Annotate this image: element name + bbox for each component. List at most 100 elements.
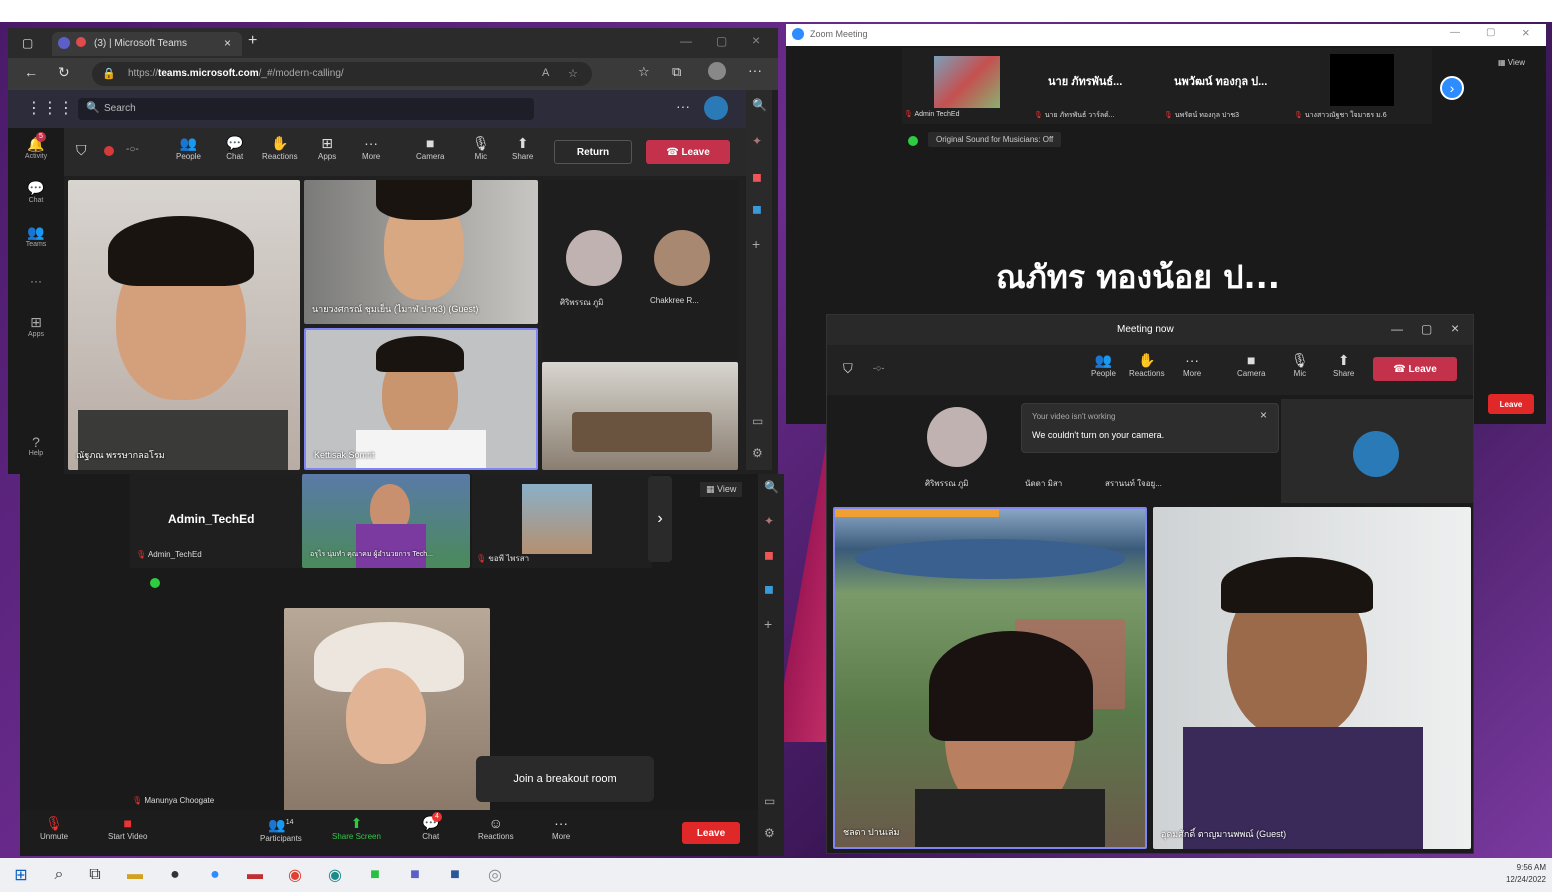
apps-button[interactable]: ⊞ Apps [318, 136, 336, 161]
reactions-button[interactable]: ☺ Reactions [478, 816, 514, 841]
refresh-icon[interactable]: ↻ [58, 64, 70, 81]
browser-tab[interactable]: (3) | Microsoft Teams × [52, 32, 242, 56]
read-aloud-icon[interactable]: A [542, 67, 549, 79]
search-icon[interactable]: ⌕ [48, 864, 70, 886]
search-icon[interactable]: 🔍 [752, 98, 767, 112]
next-page-icon[interactable]: › [648, 476, 672, 562]
leave-button[interactable]: ☎ Leave [1373, 357, 1457, 381]
tile-woman[interactable]: อรุไร นุ่มทำ คุณาคม ผู้อำนวยการ Tech... [302, 474, 470, 568]
tile-room[interactable]: 🎙 ขอพี ไพรสา [472, 474, 652, 568]
office-icon[interactable]: ◼ [764, 548, 774, 562]
tile-main-speaker[interactable] [284, 608, 490, 812]
reactions-button[interactable]: ✋ Reactions [1129, 353, 1165, 378]
leave-button[interactable]: ☎ Leave [646, 140, 730, 164]
rail-item-help[interactable]: ? Help [16, 434, 56, 457]
people-button[interactable]: 👥 People [1091, 353, 1116, 378]
more-button[interactable]: ··· More [552, 816, 570, 841]
reactions-button[interactable]: ✋ Reactions [262, 136, 298, 161]
add-icon[interactable]: + [752, 236, 760, 252]
collections-icon[interactable]: ⧉ [672, 64, 681, 80]
app-icon-3[interactable]: ◎ [484, 864, 506, 886]
chrome-icon[interactable]: ◉ [284, 864, 306, 886]
new-tab-icon[interactable]: + [248, 32, 257, 50]
close-icon[interactable]: × [1522, 25, 1530, 40]
maximize-icon[interactable]: ▢ [1421, 322, 1432, 336]
close-tab-icon[interactable]: × [224, 36, 231, 50]
camera-button[interactable]: ■ Camera [1237, 353, 1265, 378]
rail-item-apps[interactable]: ⊞ Apps [16, 314, 56, 338]
file-explorer-icon[interactable]: ▬ [124, 864, 146, 886]
minimize-icon[interactable]: — [1391, 322, 1403, 336]
chat-button[interactable]: 💬 Chat [226, 136, 243, 161]
sparkle-icon[interactable]: ✦ [764, 514, 774, 528]
app-icon-1[interactable]: ● [164, 864, 186, 886]
tab-actions-icon[interactable]: ▢ [22, 36, 33, 50]
minimize-icon[interactable]: — [680, 34, 692, 48]
zoom-right-leave-button[interactable]: Leave [1488, 394, 1534, 414]
video-tile-p1[interactable]: ณัฐภณ พรรษากลอโรม [68, 180, 300, 470]
video-tile-p3[interactable]: Kettisak Somrit [304, 328, 538, 470]
strip-tile-0[interactable]: 🎙 Admin TechEd [904, 52, 1030, 122]
start-icon[interactable]: ⊞ [10, 864, 32, 886]
camera-button[interactable]: ■ Camera [416, 136, 444, 161]
rail-item-activity[interactable]: 🔔 5 Activity [16, 132, 56, 160]
original-sound-toggle[interactable]: Original Sound for Musicians: Off [928, 132, 1062, 147]
task-view-icon[interactable]: ⧉ [84, 864, 106, 886]
browser-menu-icon[interactable]: ··· [748, 62, 762, 78]
video-tile-meeting-room[interactable] [542, 362, 738, 470]
strip-tile-1[interactable]: นาย ภัทรพันธ์... 🎙 นาย ภัทรพันธ์ วาร์ลด์… [1034, 52, 1160, 122]
office-icon[interactable]: ◼ [752, 170, 762, 184]
clock[interactable]: 9:56 AM 12/24/2022 [1480, 862, 1546, 886]
share-button[interactable]: ⬆ Share [512, 136, 533, 161]
zoom-leave-button[interactable]: Leave [682, 822, 740, 844]
word-icon[interactable]: ■ [444, 864, 466, 886]
rail-item-chat[interactable]: 💬 Chat [16, 180, 56, 204]
search-input[interactable]: 🔍 Search [78, 98, 534, 120]
teams-taskbar-icon[interactable]: ■ [404, 864, 426, 886]
split-icon[interactable]: ▭ [752, 414, 763, 428]
line-icon[interactable]: ■ [364, 864, 386, 886]
start-video-button[interactable]: ■ Start Video [108, 816, 147, 841]
return-button[interactable]: Return [554, 140, 632, 164]
participants-button[interactable]: 👥14 Participants [260, 816, 302, 843]
rail-item-teams[interactable]: 👥 Teams [16, 224, 56, 248]
maximize-icon[interactable]: ▢ [716, 34, 727, 48]
edge-icon[interactable]: ◉ [324, 864, 346, 886]
close-icon[interactable]: × [1451, 320, 1459, 336]
view-button[interactable]: ▦ View [700, 482, 743, 497]
settings-icon[interactable]: ⚙ [752, 446, 763, 460]
unmute-button[interactable]: 🎙 Unmute [40, 816, 68, 841]
add-icon[interactable]: + [764, 616, 772, 632]
maximize-icon[interactable]: ▢ [1486, 27, 1495, 38]
mic-button[interactable]: 🎙 Mic [472, 136, 490, 161]
close-window-icon[interactable]: × [752, 32, 760, 48]
more-options-icon[interactable]: ··· [676, 98, 690, 114]
strip-tile-2[interactable]: นพวัฒน์ ทองกุล ป... 🎙 นพรัตน์ ทองกุล ปาช… [1164, 52, 1290, 122]
more-button[interactable]: ··· More [362, 136, 380, 161]
favorite-icon[interactable]: ☆ [568, 67, 578, 80]
video-tile-p2[interactable]: นายวงศกรณ์ ชุมเย็น (ไมาฬ ปาช3) (Guest) [304, 180, 538, 324]
back-icon[interactable]: ← [24, 64, 38, 80]
video-tile-boy[interactable]: อุดมศักดิ์ ตาญมานพพณ์ (Guest) [1153, 507, 1471, 849]
search-icon[interactable]: 🔍 [764, 480, 779, 494]
profile-avatar[interactable] [708, 62, 726, 80]
split-icon[interactable]: ▭ [764, 794, 775, 808]
app-icon-2[interactable]: ▬ [244, 864, 266, 886]
zoom-taskbar-icon[interactable]: ● [204, 864, 226, 886]
more-button[interactable]: ··· More [1183, 353, 1201, 378]
tile-admin[interactable]: Admin_TechEd 🎙 Admin_TechEd [130, 474, 310, 568]
outlook-icon[interactable]: ◼ [752, 202, 762, 216]
view-button[interactable]: ▦ View [1498, 58, 1525, 67]
sparkle-icon[interactable]: ✦ [752, 134, 762, 148]
minimize-icon[interactable]: — [1450, 27, 1460, 38]
share-screen-button[interactable]: ⬆ Share Screen [332, 816, 381, 841]
outlook-icon[interactable]: ◼ [764, 582, 774, 596]
next-page-icon[interactable]: › [1440, 76, 1464, 100]
settings-icon[interactable]: ⚙ [764, 826, 775, 840]
share-button[interactable]: ⬆ Share [1333, 353, 1354, 378]
url-field[interactable]: 🔒 https://teams.microsoft.com/_#/modern-… [92, 62, 592, 86]
user-avatar[interactable] [704, 96, 728, 120]
close-toast-icon[interactable]: × [1260, 408, 1267, 422]
mic-button[interactable]: 🎙 Mic [1291, 353, 1309, 378]
breakout-room-prompt[interactable]: Join a breakout room [476, 756, 654, 802]
